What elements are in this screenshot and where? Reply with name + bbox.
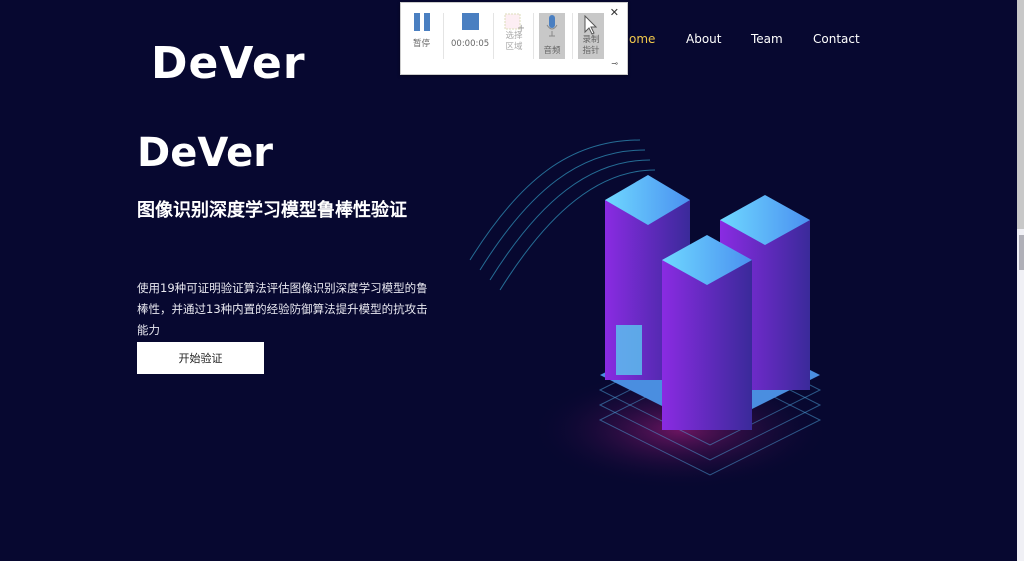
nav-about[interactable]: About (686, 32, 721, 46)
stop-button[interactable]: 00:00:05 (451, 13, 489, 50)
hero-title: DeVer (137, 130, 273, 176)
divider (493, 13, 494, 59)
start-verification-button[interactable]: 开始验证 (137, 342, 264, 374)
pause-label: 暂停 (413, 39, 431, 49)
divider (572, 13, 573, 59)
svg-text:+: + (517, 23, 524, 31)
stop-icon (461, 13, 479, 30)
record-pointer-label: 录制指针 (582, 35, 600, 56)
audio-toggle[interactable]: 音频 (539, 13, 565, 59)
select-area-button[interactable]: + 选择区域 (503, 13, 525, 53)
pause-button[interactable]: 暂停 (413, 13, 430, 50)
select-area-label: 选择区域 (505, 31, 523, 52)
hero-subtitle: 图像识别深度学习模型鲁棒性验证 (137, 200, 407, 221)
record-pointer-toggle[interactable]: 录制指针 (578, 13, 604, 59)
pin-icon[interactable]: ⊸ (611, 59, 618, 68)
close-icon[interactable]: ✕ (610, 6, 619, 19)
select-area-icon: + (504, 13, 524, 31)
logo[interactable]: DeVer (151, 38, 306, 89)
server-illustration (469, 139, 830, 490)
pointer-icon (584, 15, 598, 35)
scrollbar-thumb[interactable] (1019, 235, 1024, 270)
screen-recorder-toolbar: 暂停 00:00:05 + 选择区域 音频 录制指针 ✕ ⊸ (400, 2, 628, 75)
nav-team[interactable]: Team (751, 32, 783, 46)
scrollbar[interactable] (1017, 0, 1024, 561)
pause-icon (413, 13, 430, 31)
hero-description: 使用19种可证明验证算法评估图像识别深度学习模型的鲁棒性，并通过13种内置的经验… (137, 281, 428, 337)
scrollbar-track (1017, 0, 1024, 229)
divider (443, 13, 444, 59)
divider (533, 13, 534, 59)
microphone-icon (546, 15, 558, 37)
timer: 00:00:05 (451, 39, 490, 49)
nav-contact[interactable]: Contact (813, 32, 860, 46)
audio-label: 音频 (543, 46, 561, 56)
